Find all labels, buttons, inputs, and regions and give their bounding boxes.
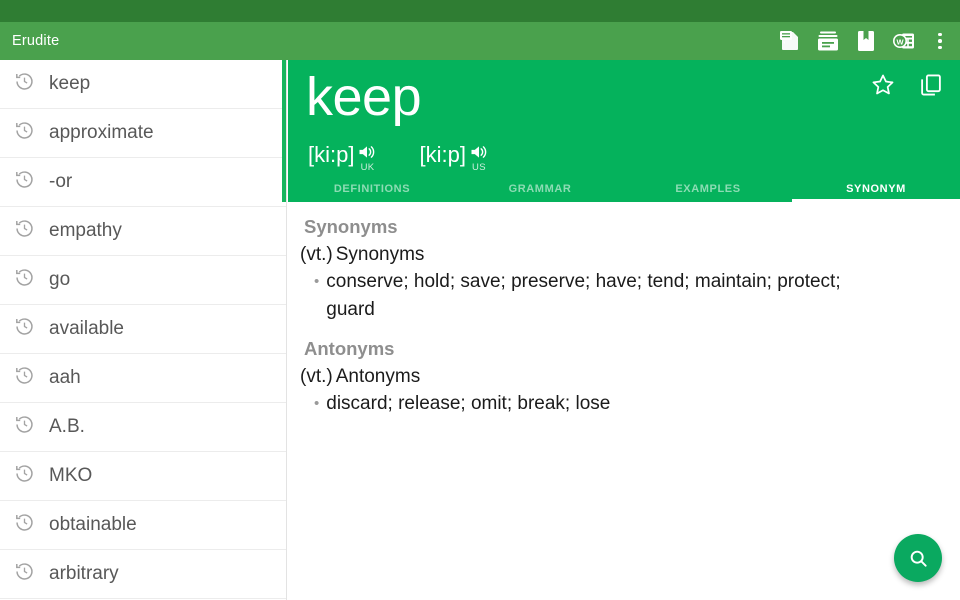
- notes-icon[interactable]: [778, 29, 802, 53]
- list-item[interactable]: go: [0, 256, 286, 305]
- history-icon: [14, 120, 35, 146]
- pronunciation-row: [ki:p] UK [ki:p]: [308, 142, 489, 173]
- app-root: Erudite: [0, 0, 960, 600]
- antonyms-sense-line: (vt.) Antonyms: [300, 366, 944, 388]
- history-icon: [14, 561, 35, 587]
- cards-icon[interactable]: [816, 29, 840, 53]
- pronunciation-uk-text: [ki:p]: [308, 142, 354, 168]
- content-panel[interactable]: Synonyms (vt.) Synonyms • conserve; hold…: [288, 202, 960, 600]
- list-item[interactable]: aah: [0, 354, 286, 403]
- search-icon: [908, 548, 929, 569]
- synonyms-block: Synonyms (vt.) Synonyms • conserve; hold…: [296, 216, 944, 324]
- bullet-icon: •: [314, 268, 319, 324]
- synonyms-words: conserve; hold; save; preserve; have; te…: [326, 268, 886, 324]
- list-item[interactable]: MKO: [0, 452, 286, 501]
- bullet-icon: •: [314, 390, 319, 418]
- pronunciation-us-text: [ki:p]: [419, 142, 465, 168]
- overflow-menu-icon[interactable]: [930, 29, 950, 53]
- history-icon: [14, 365, 35, 391]
- list-item-label: keep: [49, 73, 90, 95]
- history-icon: [14, 218, 35, 244]
- bookmark-icon[interactable]: [854, 29, 878, 53]
- word-of-the-day-icon[interactable]: W: [892, 29, 916, 53]
- history-icon: [14, 414, 35, 440]
- list-item-label: empathy: [49, 220, 122, 242]
- app-bar-actions: W: [778, 29, 960, 53]
- synonyms-sense-line: (vt.) Synonyms: [300, 244, 944, 266]
- list-item[interactable]: keep: [0, 60, 286, 109]
- speaker-uk-label: UK: [361, 163, 375, 173]
- status-bar: [0, 0, 960, 22]
- sidebar-scrollbar[interactable]: [282, 60, 286, 202]
- header-actions: [870, 72, 944, 98]
- synonyms-pos-tag: (vt.): [300, 244, 333, 266]
- list-item-label: go: [49, 269, 70, 291]
- antonyms-words: discard; release; omit; break; lose: [326, 390, 610, 418]
- tab-bar: DEFINITIONS GRAMMAR EXAMPLES SYNONYM: [288, 175, 960, 202]
- history-icon: [14, 316, 35, 342]
- list-item[interactable]: empathy: [0, 207, 286, 256]
- pronunciation-uk: [ki:p] UK: [308, 142, 377, 173]
- list-item-label: A.B.: [49, 416, 85, 438]
- tab-definitions[interactable]: DEFINITIONS: [288, 175, 456, 202]
- history-sidebar[interactable]: keep approximate -or: [0, 60, 287, 600]
- antonyms-pos-tag: (vt.): [300, 366, 333, 388]
- list-item-label: approximate: [49, 122, 154, 144]
- tab-grammar[interactable]: GRAMMAR: [456, 175, 624, 202]
- antonyms-block: Antonyms (vt.) Antonyms • discard; relea…: [296, 338, 944, 418]
- list-item[interactable]: A.B.: [0, 403, 286, 452]
- tab-examples[interactable]: EXAMPLES: [624, 175, 792, 202]
- list-item[interactable]: -or: [0, 158, 286, 207]
- app-title: Erudite: [12, 33, 59, 49]
- speaker-us-label: US: [472, 163, 486, 173]
- history-icon: [14, 512, 35, 538]
- list-item[interactable]: obtainable: [0, 501, 286, 550]
- list-item-label: aah: [49, 367, 81, 389]
- page-title: keep: [306, 69, 421, 126]
- speaker-us-button[interactable]: US: [469, 142, 489, 173]
- synonyms-list-row: • conserve; hold; save; preserve; have; …: [314, 268, 944, 324]
- history-icon: [14, 463, 35, 489]
- tab-synonym[interactable]: SYNONYM: [792, 175, 960, 202]
- favorite-star-icon[interactable]: [870, 72, 896, 98]
- history-icon: [14, 169, 35, 195]
- list-item-label: -or: [49, 171, 72, 193]
- antonyms-heading: Antonyms: [304, 338, 944, 360]
- list-item-label: obtainable: [49, 514, 137, 536]
- list-item-label: available: [49, 318, 124, 340]
- history-icon: [14, 267, 35, 293]
- synonyms-heading: Synonyms: [304, 216, 944, 238]
- list-item[interactable]: arbitrary: [0, 550, 286, 599]
- list-item-label: arbitrary: [49, 563, 119, 585]
- antonyms-sense-label: Antonyms: [336, 366, 420, 388]
- list-item[interactable]: available: [0, 305, 286, 354]
- history-icon: [14, 71, 35, 97]
- list-item[interactable]: approximate: [0, 109, 286, 158]
- search-fab[interactable]: [894, 534, 942, 582]
- antonyms-list-row: • discard; release; omit; break; lose: [314, 390, 944, 418]
- app-bar: Erudite: [0, 22, 960, 60]
- pronunciation-us: [ki:p] US: [419, 142, 488, 173]
- svg-text:W: W: [896, 37, 904, 46]
- list-item-label: MKO: [49, 465, 92, 487]
- copy-icon[interactable]: [918, 72, 944, 98]
- speaker-uk-button[interactable]: UK: [357, 142, 377, 173]
- synonyms-sense-label: Synonyms: [336, 244, 425, 266]
